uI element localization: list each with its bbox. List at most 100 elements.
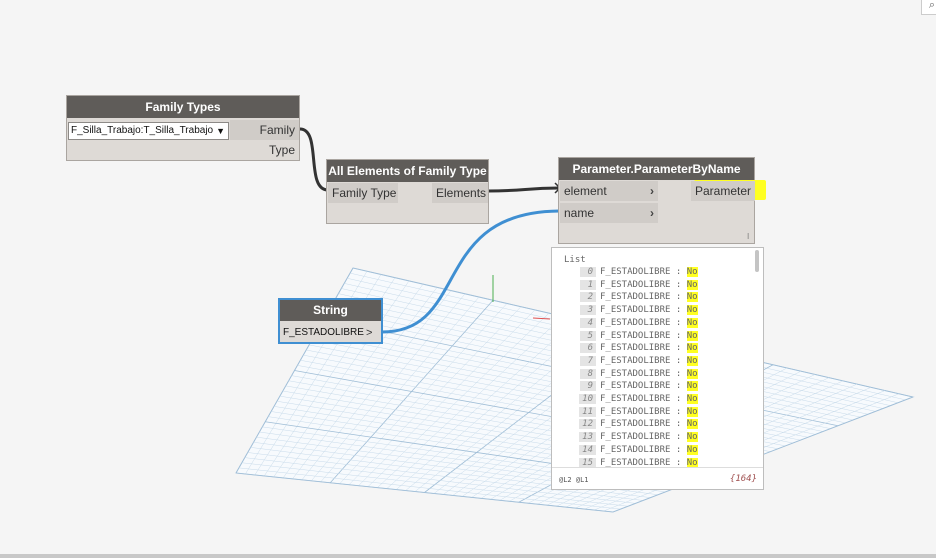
input-port-family-type[interactable]: Family Type [328,183,398,203]
search-icon[interactable]: ⌕ [921,0,936,15]
wire-familytype-to-allelements[interactable] [299,127,329,192]
list-value: No [686,267,698,277]
port-label: Family Type [259,123,295,157]
chevron-down-icon: ▼ [216,126,225,136]
node-title: Parameter.ParameterByName [559,158,754,180]
list-item: 0 F_ESTADOLIBRE : No [580,266,698,278]
node-title: Family Types [67,96,299,118]
node-title: String [280,300,381,321]
list-value: No [686,432,698,443]
list-item: 1 F_ESTADOLIBRE : No [580,279,698,291]
list-index: 10 [579,394,596,404]
lacing-indicator[interactable]: l [747,232,749,241]
list-value: No [686,381,698,392]
list-item: 9 F_ESTADOLIBRE : No [580,380,698,392]
port-label: Family Type [332,186,397,200]
list-text: F_ESTADOLIBRE : [600,444,687,455]
port-label: element [564,184,607,198]
list-item: 14 F_ESTADOLIBRE : No [579,444,698,456]
list-item: 8 F_ESTADOLIBRE : No [580,368,698,380]
list-index: 1 [580,279,596,290]
list-text: F_ESTADOLIBRE : [600,330,687,341]
wire-string-to-name[interactable] [381,209,560,334]
list-text: F_ESTADOLIBRE : [600,368,687,379]
list-text: F_ESTADOLIBRE : [600,267,687,277]
list-value: No [686,343,698,354]
item-count: {164} [729,474,757,484]
list-value: No [686,444,698,455]
list-text: F_ESTADOLIBRE : [600,292,687,303]
output-port-string[interactable]: > [366,324,372,342]
list-item: 2 F_ESTADOLIBRE : No [580,291,698,303]
string-value-input[interactable]: F_ESTADOLIBRE [283,324,364,342]
list-text: F_ESTADOLIBRE : [600,355,687,366]
list-text: F_ESTADOLIBRE : [600,457,687,468]
list-item: 6 F_ESTADOLIBRE : No [580,342,698,354]
list-item: 5 F_ESTADOLIBRE : No [580,330,698,342]
list-index: 4 [580,317,596,328]
list-text: F_ESTADOLIBRE : [600,317,687,328]
list-value: No [686,317,698,328]
list-item: 4 F_ESTADOLIBRE : No [580,317,698,329]
list-item: 13 F_ESTADOLIBRE : No [579,431,698,443]
list-value: No [686,355,698,366]
list-index: 2 [580,292,596,303]
family-type-dropdown[interactable]: F_Silla_Trabajo:T_Silla_Trabajo ▼ [68,122,229,140]
bottom-bar [0,554,936,558]
list-levels[interactable]: @L2 @L1 [559,476,589,484]
list-item: 11 F_ESTADOLIBRE : No [579,406,698,418]
list-index: 8 [580,368,596,379]
wires-layer [299,127,562,334]
list-value: No [686,457,698,468]
node-string[interactable]: String F_ESTADOLIBRE > [278,298,383,344]
list-index: 11 [579,406,596,417]
port-label: Parameter [695,184,752,198]
list-index: 3 [580,305,596,316]
list-index: 9 [580,381,596,392]
list-value: No [686,419,698,430]
list-value: No [686,305,698,316]
list-index: 13 [579,432,596,443]
list-text: F_ESTADOLIBRE : [600,406,687,417]
input-port-element[interactable]: element › [560,181,658,201]
list-item: 3 F_ESTADOLIBRE : No [580,304,698,316]
list-value: No [686,279,698,290]
node-family-types[interactable]: Family Types F_Silla_Trabajo:T_Silla_Tra… [66,95,300,161]
workspace-canvas[interactable]: Family Types F_Silla_Trabajo:T_Silla_Tra… [0,0,936,558]
list-value: No [686,330,698,341]
list-value: No [686,368,698,379]
list-value: No [686,394,698,404]
list-index: 15 [579,457,596,468]
preview-bubble[interactable]: List 0 F_ESTADOLIBRE : No 1 F_ESTADOLIBRE :… [551,247,764,490]
list-header: List [564,255,586,265]
list-text: F_ESTADOLIBRE : [600,305,687,316]
output-port-parameter[interactable]: Parameter [691,181,755,201]
chevron-right-icon: › [650,184,654,198]
list-index: 5 [580,330,596,341]
list-index: 7 [580,355,596,366]
list-text: F_ESTADOLIBRE : [600,279,687,290]
list-text: F_ESTADOLIBRE : [600,419,687,430]
list-item: 12 F_ESTADOLIBRE : No [579,418,698,430]
list-text: F_ESTADOLIBRE : [600,381,687,392]
output-port-elements[interactable]: Elements [432,183,488,203]
list-value: No [686,292,698,303]
node-title: All Elements of Family Type [327,160,488,182]
port-label: Elements [436,186,487,200]
node-all-elements-of-family-type[interactable]: All Elements of Family Type Family Type … [326,159,489,224]
list-text: F_ESTADOLIBRE : [600,394,687,404]
dropdown-value: F_Silla_Trabajo:T_Silla_Trabajo [71,125,214,136]
list-index: 12 [579,419,596,430]
list-value: No [686,406,698,417]
output-port-family-type[interactable]: Family Type [230,120,299,157]
wire-elements-to-element[interactable] [487,186,560,193]
list-text: F_ESTADOLIBRE : [600,432,687,443]
node-parameter-by-name[interactable]: Parameter.ParameterByName element › name… [558,157,766,244]
list-item: 7 F_ESTADOLIBRE : No [580,355,698,367]
input-port-name[interactable]: name › [560,203,658,223]
list-text: F_ESTADOLIBRE : [600,343,687,354]
list-index: 6 [580,343,596,354]
preview-scrollbar[interactable] [755,250,759,272]
port-label: name [564,206,595,220]
list-index: 14 [579,444,596,455]
